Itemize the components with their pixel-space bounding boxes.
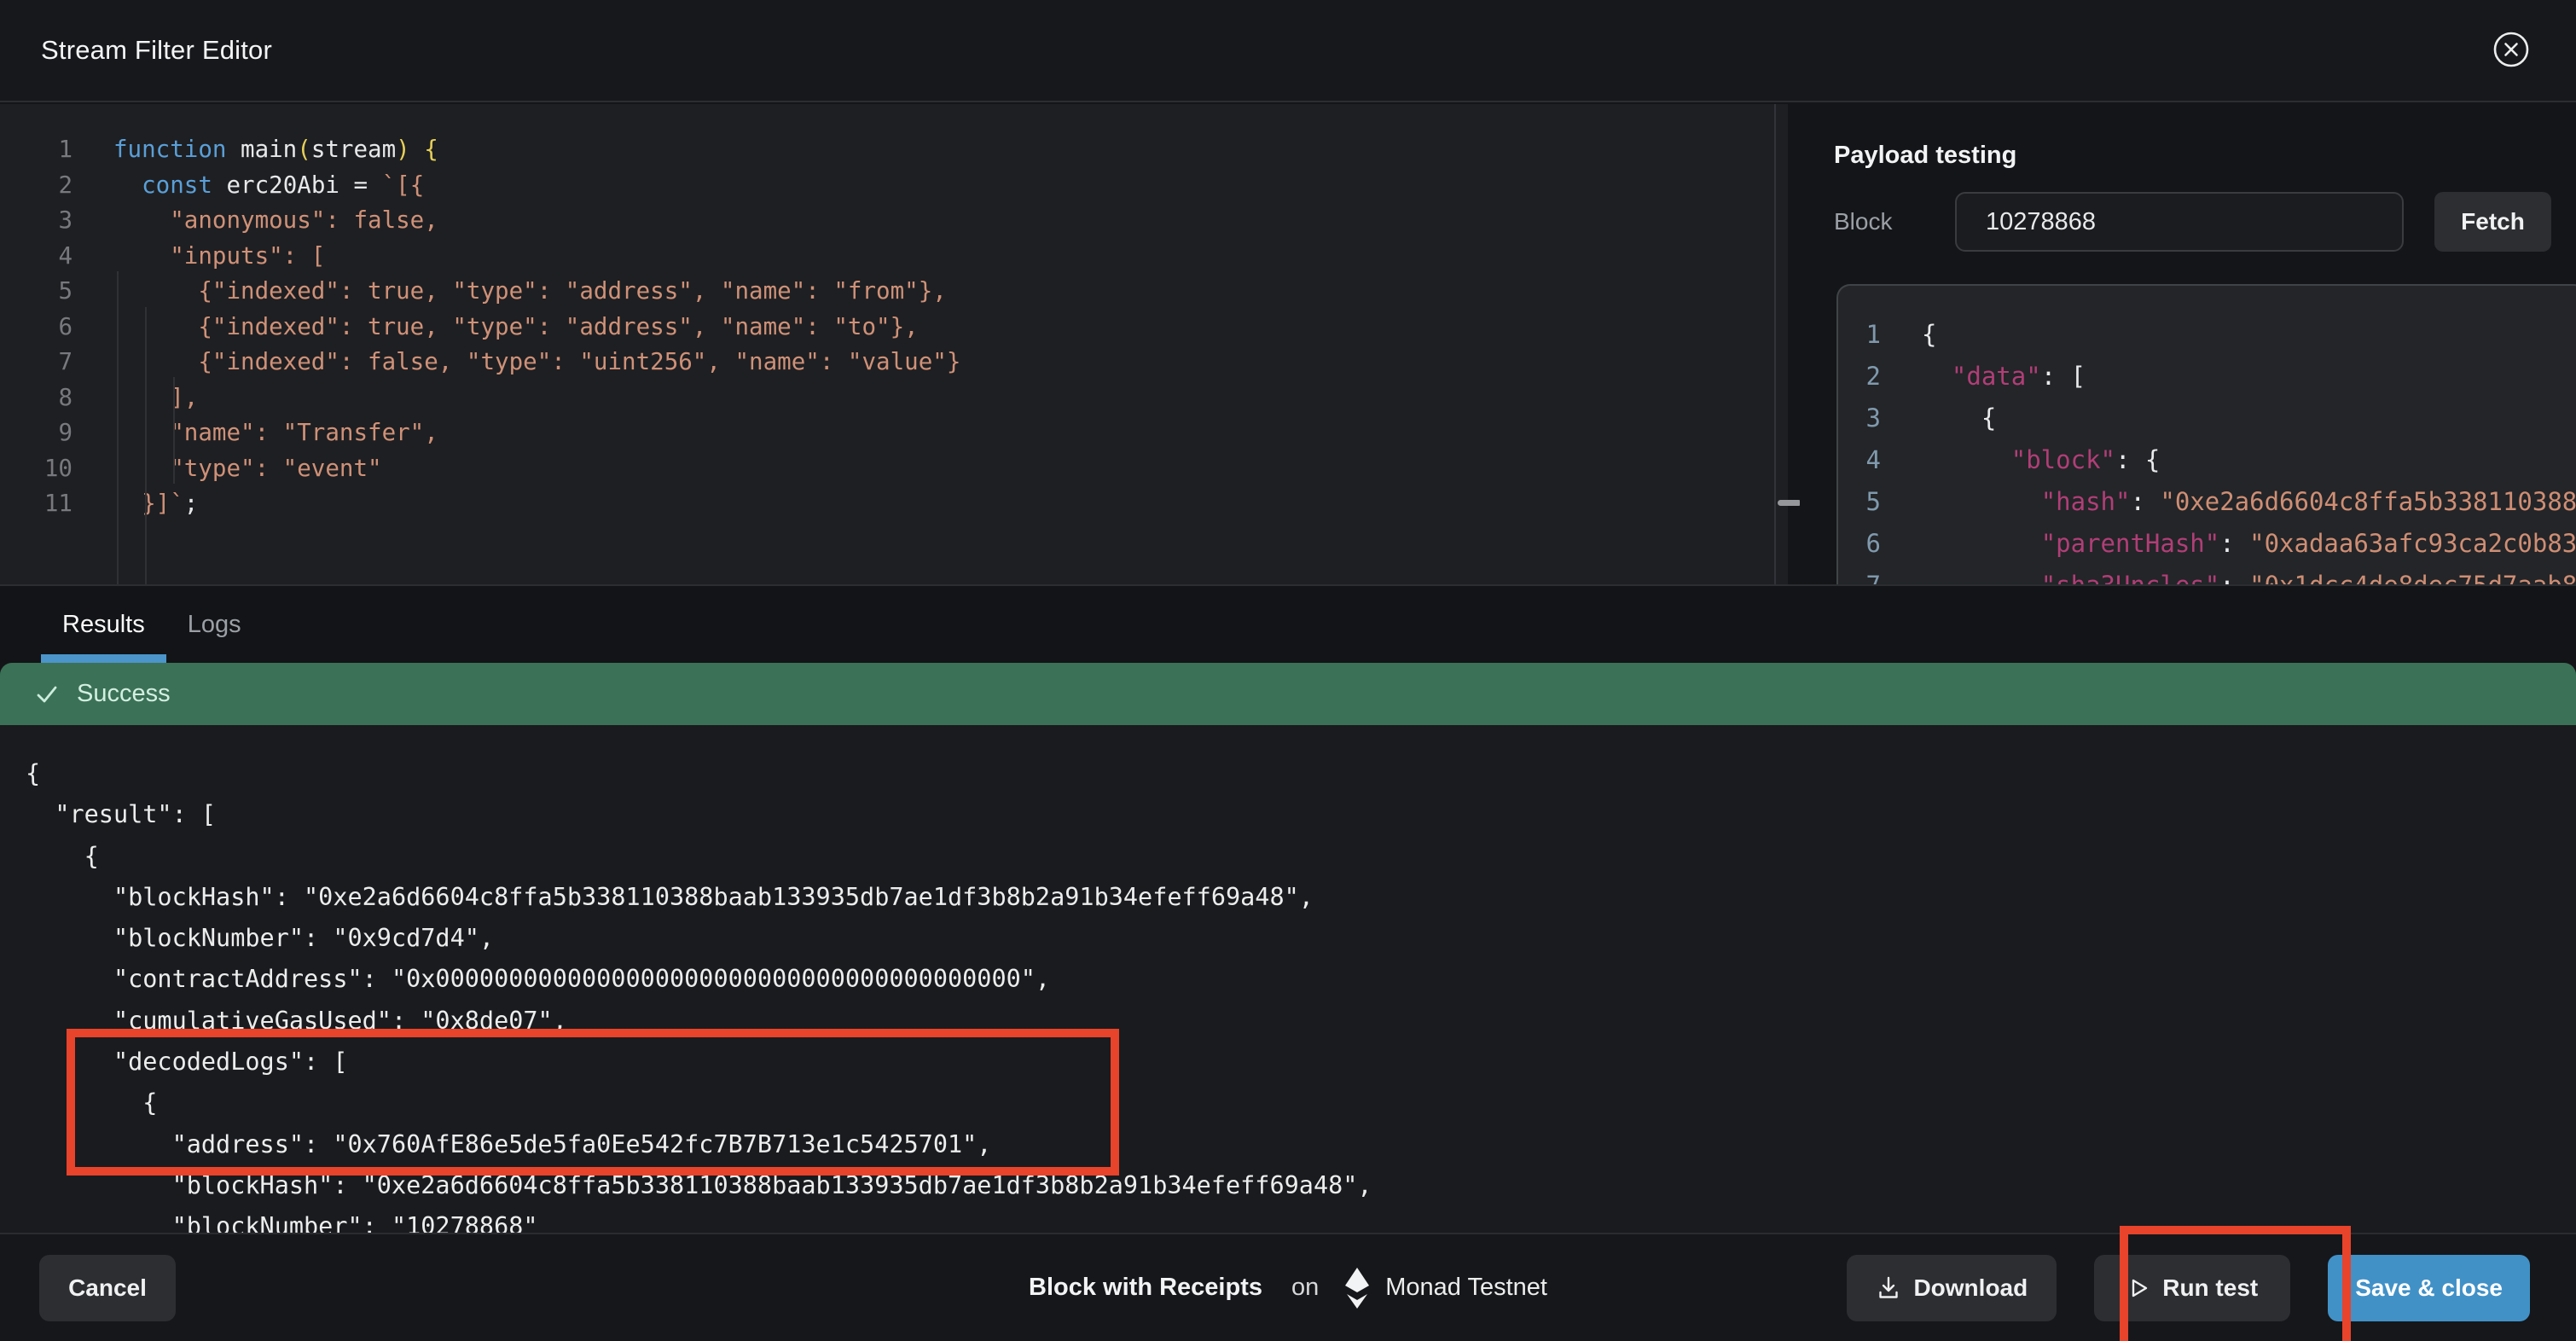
line-number: 4 <box>1865 445 1881 474</box>
code-line: 11 }]`; <box>0 486 1788 522</box>
code-editor[interactable]: 1 function main(stream) {2 const erc20Abi… <box>0 104 1788 584</box>
result-line: "decodedLogs": [ <box>26 1048 348 1077</box>
result-line: "address": "0x760AfE86e5de5fa0Ee542fc7B7… <box>26 1129 992 1158</box>
result-line: "result": [ <box>26 800 217 829</box>
results-output[interactable]: { "result": [ { "blockHash": "0xe2a6d660… <box>0 725 2576 1233</box>
indent-guide <box>145 307 147 584</box>
block-row: Block Fetch <box>1834 192 2551 252</box>
ethereum-diamond-icon <box>1343 1267 1372 1309</box>
network-label: Monad Testnet <box>1385 1274 1547 1301</box>
results-tabs-row: Results Logs <box>0 584 2576 663</box>
code-line: 6 "parentHash": "0xadaa63afc93ca2c0b83df… <box>1838 523 2576 565</box>
result-line: { <box>26 841 99 870</box>
result-line: "blockNumber": "10278868" <box>26 1212 538 1233</box>
close-button[interactable] <box>2491 29 2532 70</box>
run-test-button[interactable]: Run test <box>2094 1254 2291 1321</box>
cancel-button[interactable]: Cancel <box>39 1254 176 1321</box>
check-icon <box>32 680 61 709</box>
code-line: 10 "type": "event" <box>0 451 1788 487</box>
save-close-button[interactable]: Save & close <box>2328 1254 2530 1321</box>
result-line: "blockHash": "0xe2a6d6604c8ffa5b33811038… <box>26 1170 1372 1199</box>
result-line: "blockNumber": "0x9cd7d4", <box>26 924 495 953</box>
line-number: 6 <box>58 312 73 340</box>
code-line: 1 function main(stream) { <box>0 132 1788 168</box>
editor-scrollbar-thumb[interactable] <box>1778 500 1801 506</box>
block-label: Block <box>1834 208 1893 235</box>
page-title: Stream Filter Editor <box>41 35 273 65</box>
line-number: 3 <box>58 206 73 234</box>
result-line: "cumulativeGasUsed": "0x8de07", <box>26 1006 567 1035</box>
stream-summary: Block with Receipts on Monad Testnet <box>1029 1267 1547 1309</box>
line-number: 7 <box>58 348 73 375</box>
payload-testing-panel: Payload testing Block Fetch 1{2 "data": … <box>1800 104 2576 584</box>
modal-footer: Cancel Block with Receipts on Monad Test… <box>0 1233 2576 1341</box>
line-number: 5 <box>1865 487 1881 516</box>
code-line: 4 "inputs": [ <box>0 239 1788 275</box>
line-number: 2 <box>1865 362 1881 391</box>
result-line: "blockHash": "0xe2a6d6604c8ffa5b33811038… <box>26 882 1314 911</box>
code-line: 7 {"indexed": false, "type": "uint256", … <box>0 345 1788 380</box>
code-line: 9 "name": "Transfer", <box>0 415 1788 451</box>
line-number: 1 <box>1865 320 1881 349</box>
footer-actions: Download Run test Save & close <box>1847 1254 2530 1321</box>
line-number: 1 <box>58 136 73 163</box>
block-number-input[interactable] <box>1955 192 2404 252</box>
code-line: 1{ <box>1838 314 2576 356</box>
dataset-label: Block with Receipts <box>1029 1274 1262 1301</box>
code-line: 4 "block": { <box>1838 439 2576 481</box>
line-number: 9 <box>58 419 73 446</box>
close-icon <box>2492 31 2530 68</box>
code-line: 2 "data": [ <box>1838 356 2576 398</box>
line-number: 5 <box>58 277 73 305</box>
code-line: 2 const erc20Abi = `[{ <box>0 168 1788 204</box>
result-line: "contractAddress": "0x000000000000000000… <box>26 965 1051 994</box>
run-test-label: Run test <box>2162 1274 2259 1301</box>
code-line: 8 ], <box>0 380 1788 416</box>
success-label: Success <box>77 680 171 707</box>
line-number: 10 <box>44 454 73 482</box>
result-line: { <box>26 1088 158 1118</box>
code-line: 3 "anonymous": false, <box>0 203 1788 239</box>
line-number: 7 <box>1852 565 1881 584</box>
line-number: 6 <box>1865 529 1881 558</box>
editor-lines: 1 function main(stream) {2 const erc20Abi… <box>0 132 1788 522</box>
line-number: 4 <box>58 241 73 270</box>
download-label: Download <box>1913 1274 2028 1301</box>
download-button[interactable]: Download <box>1847 1254 2057 1321</box>
result-line: { <box>26 759 41 787</box>
tab-logs[interactable]: Logs <box>166 586 263 663</box>
indent-guide <box>173 377 175 484</box>
indent-guide <box>117 271 119 584</box>
stream-filter-editor-modal: Stream Filter Editor 1 function main(stre… <box>0 0 2576 1341</box>
preview-lines: 1{2 "data": [3 {4 "block": {5 "hash": "0… <box>1838 314 2576 584</box>
fetch-button[interactable]: Fetch <box>2434 192 2551 252</box>
code-line: 3 { <box>1838 398 2576 439</box>
line-number: 3 <box>1865 403 1881 432</box>
result-lines: { "result": [ { "blockHash": "0xe2a6d660… <box>26 753 2576 1233</box>
download-icon <box>1876 1275 1901 1301</box>
on-label: on <box>1291 1274 1320 1301</box>
editor-right-divider <box>1774 104 1776 584</box>
modal-header: Stream Filter Editor <box>0 0 2576 102</box>
success-banner: Success <box>0 663 2576 725</box>
line-number: 11 <box>44 490 73 517</box>
code-line: 5 "hash": "0xe2a6d6604c8ffa5b338110388ba… <box>1838 481 2576 523</box>
play-icon <box>2126 1276 2150 1300</box>
line-number: 8 <box>58 383 73 411</box>
code-line: 6 {"indexed": true, "type": "address", "… <box>0 310 1788 345</box>
line-number: 2 <box>58 171 73 199</box>
tab-results[interactable]: Results <box>41 586 166 663</box>
payload-testing-heading: Payload testing <box>1834 142 2017 169</box>
payload-json-preview[interactable]: 1{2 "data": [3 {4 "block": {5 "hash": "0… <box>1836 284 2576 584</box>
code-line: 7 "sha3Uncles": "0x1dcc4de8dec75d7aab85b… <box>1838 565 2576 584</box>
code-line: 5 {"indexed": true, "type": "address", "… <box>0 274 1788 310</box>
